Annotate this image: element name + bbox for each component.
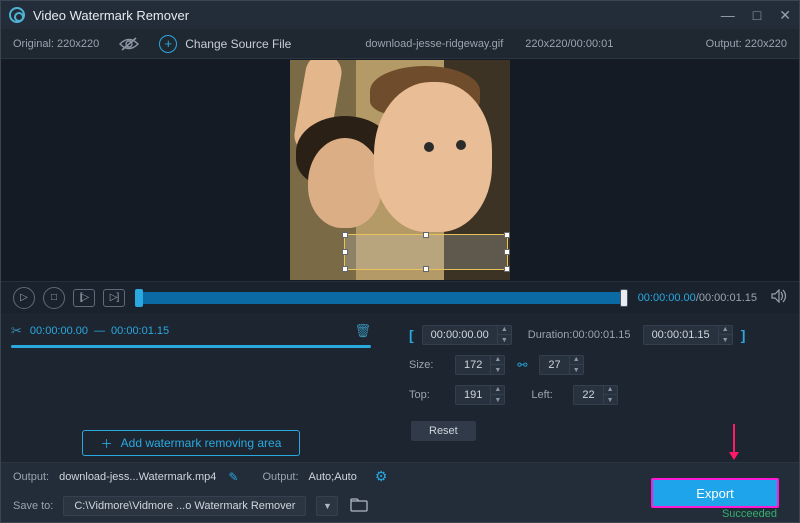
left-label: Left:	[531, 389, 565, 401]
timeline-track[interactable]	[139, 292, 624, 304]
top-input[interactable]: 191▲▼	[455, 385, 505, 405]
segment-start: 00:00:00.00	[30, 325, 88, 337]
video-frame[interactable]	[290, 60, 510, 280]
lower-panel: ✂ 00:00:00.00 — 00:00:01.15 🗑 ＋ Add wate…	[1, 313, 799, 462]
link-aspect-icon[interactable]: ⚯	[517, 358, 527, 372]
size-height-input[interactable]: 27▲▼	[539, 355, 583, 375]
minimize-icon[interactable]: —	[721, 7, 735, 24]
resize-handle-ml[interactable]	[342, 249, 348, 255]
change-source-button[interactable]: Change Source File	[185, 37, 291, 51]
resize-handle-bl[interactable]	[342, 266, 348, 272]
range-start-bracket-icon[interactable]: [	[409, 327, 414, 343]
save-to-label: Save to:	[13, 500, 53, 512]
set-start-button[interactable]: [▷	[73, 289, 95, 307]
title-bar: Video Watermark Remover — □ ✕	[1, 1, 799, 29]
maximize-icon[interactable]: □	[753, 7, 761, 24]
edit-output-name-icon[interactable]: ✎	[228, 470, 238, 484]
spin-down-icon[interactable]: ▼	[604, 395, 617, 405]
stop-button[interactable]: □	[43, 287, 65, 309]
play-button[interactable]: ▷	[13, 287, 35, 309]
delete-segment-icon[interactable]: 🗑	[354, 323, 371, 339]
save-path-dropdown[interactable]: ▼	[316, 496, 338, 516]
spin-up-icon[interactable]: ▲	[570, 355, 583, 365]
range-start-input[interactable]: 00:00:00.00▲▼	[422, 325, 512, 345]
top-label: Top:	[409, 389, 447, 401]
spin-up-icon[interactable]: ▲	[498, 325, 511, 335]
segment-underline	[11, 345, 371, 348]
set-end-button[interactable]: ▷]	[103, 289, 125, 307]
duration-label: Duration:00:00:01.15	[528, 329, 631, 341]
close-icon[interactable]: ✕	[779, 7, 791, 24]
resize-handle-tr[interactable]	[504, 232, 510, 238]
range-end-bracket-icon[interactable]: ]	[741, 327, 746, 343]
segment-end: 00:00:01.15	[111, 325, 169, 337]
app-title: Video Watermark Remover	[33, 8, 189, 23]
timeline-start-handle[interactable]	[135, 289, 143, 307]
reset-button[interactable]: Reset	[411, 421, 476, 441]
timecode-display: 00:00:00.00/00:00:01.15	[638, 292, 757, 304]
preview-visibility-icon[interactable]	[119, 37, 137, 51]
volume-icon[interactable]	[771, 289, 787, 306]
add-source-icon[interactable]: +	[159, 35, 177, 53]
size-width-input[interactable]: 172▲▼	[455, 355, 505, 375]
spin-up-icon[interactable]: ▲	[491, 385, 504, 395]
lasso-icon: ✂	[11, 323, 22, 339]
properties-panel: [ 00:00:00.00▲▼ Duration:00:00:01.15 00:…	[381, 313, 799, 462]
plus-icon: ＋	[101, 435, 113, 452]
timeline-end-handle[interactable]	[620, 289, 628, 307]
output-settings-icon[interactable]: ⚙	[375, 468, 388, 485]
app-logo-icon	[9, 7, 25, 23]
segments-panel: ✂ 00:00:00.00 — 00:00:01.15 🗑 ＋ Add wate…	[1, 313, 381, 462]
video-preview-area	[1, 59, 799, 281]
output-file-value: download-jess...Watermark.mp4	[59, 471, 216, 483]
annotation-arrow-icon	[733, 424, 735, 458]
spin-up-icon[interactable]: ▲	[491, 355, 504, 365]
transport-bar: ▷ □ [▷ ▷] 00:00:00.00/00:00:01.15	[1, 281, 799, 313]
resize-handle-br[interactable]	[504, 266, 510, 272]
segment-row[interactable]: ✂ 00:00:00.00 — 00:00:01.15 🗑	[11, 323, 371, 339]
open-folder-icon[interactable]	[350, 498, 368, 515]
output-dimensions: Output: 220x220	[706, 38, 787, 50]
output-format-value: Auto;Auto	[309, 471, 357, 483]
watermark-selection-rect[interactable]	[344, 234, 508, 270]
source-dimensions-time: 220x220/00:00:01	[525, 38, 613, 50]
original-label: Original: 220x220	[13, 38, 99, 50]
spin-down-icon[interactable]: ▼	[498, 335, 511, 345]
resize-handle-tm[interactable]	[423, 232, 429, 238]
source-filename: download-jesse-ridgeway.gif	[365, 38, 503, 50]
spin-down-icon[interactable]: ▼	[719, 335, 732, 345]
status-text: Succeeded	[722, 508, 777, 520]
spin-down-icon[interactable]: ▼	[491, 365, 504, 375]
output-file-label: Output:	[13, 471, 49, 483]
spin-down-icon[interactable]: ▼	[491, 395, 504, 405]
save-path-field[interactable]: C:\Vidmore\Vidmore ...o Watermark Remove…	[63, 496, 306, 516]
range-end-input[interactable]: 00:00:01.15▲▼	[643, 325, 733, 345]
spin-down-icon[interactable]: ▼	[570, 365, 583, 375]
resize-handle-bm[interactable]	[423, 266, 429, 272]
resize-handle-tl[interactable]	[342, 232, 348, 238]
spin-up-icon[interactable]: ▲	[719, 325, 732, 335]
segment-separator: —	[94, 325, 105, 337]
resize-handle-mr[interactable]	[504, 249, 510, 255]
add-watermark-area-button[interactable]: ＋ Add watermark removing area	[82, 430, 301, 456]
add-area-label: Add watermark removing area	[121, 436, 282, 450]
export-button[interactable]: Export	[651, 478, 779, 508]
source-info-bar: Original: 220x220 + Change Source File d…	[1, 29, 799, 59]
size-label: Size:	[409, 359, 447, 371]
spin-up-icon[interactable]: ▲	[604, 385, 617, 395]
left-input[interactable]: 22▲▼	[573, 385, 617, 405]
output-format-label: Output:	[262, 471, 298, 483]
